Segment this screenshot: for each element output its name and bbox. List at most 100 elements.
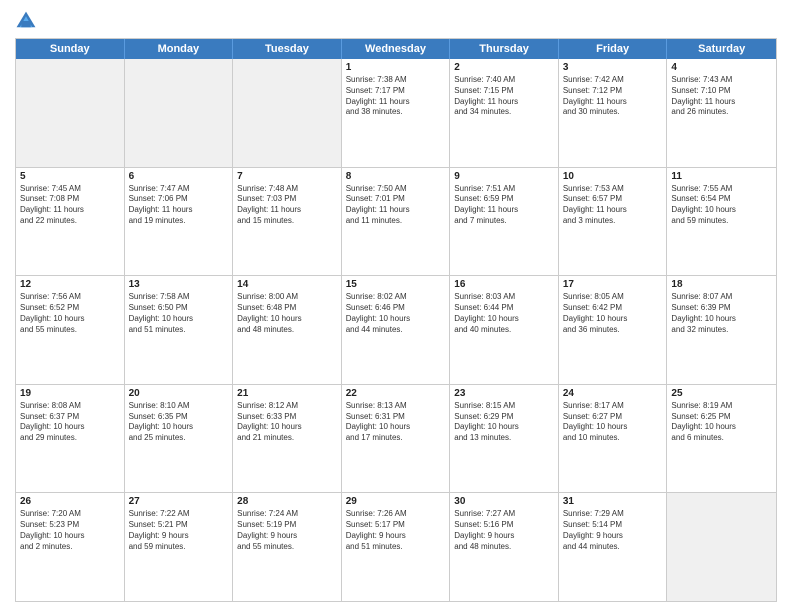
calendar-header: SundayMondayTuesdayWednesdayThursdayFrid…	[16, 39, 776, 59]
day-info: Sunrise: 7:53 AM Sunset: 6:57 PM Dayligh…	[563, 184, 663, 227]
day-info: Sunrise: 8:19 AM Sunset: 6:25 PM Dayligh…	[671, 401, 772, 444]
day-cell-4: 4 Sunrise: 7:43 AM Sunset: 7:10 PM Daylig…	[667, 59, 776, 167]
day-cell-11: 11Sunrise: 7:55 AM Sunset: 6:54 PM Dayli…	[667, 168, 776, 276]
day-number: 23	[454, 388, 554, 399]
day-number: 1	[346, 62, 446, 73]
day-number: 18	[671, 279, 772, 290]
day-cell-1: 1 Sunrise: 7:38 AM Sunset: 7:17 PM Daylig…	[342, 59, 451, 167]
day-info: Sunrise: 8:08 AM Sunset: 6:37 PM Dayligh…	[20, 401, 120, 444]
day-cell-2: 2Sunrise: 7:40 AM Sunset: 7:15 PM Daylig…	[450, 59, 559, 167]
day-info: Sunrise: 7:58 AM Sunset: 6:50 PM Dayligh…	[129, 292, 229, 335]
day-info: Sunrise: 7:45 AM Sunset: 7:08 PM Dayligh…	[20, 184, 120, 227]
empty-cell	[667, 493, 776, 601]
day-cell-27: 27 Sunrise: 7:22 AM Sunset: 5:21 PM Dayli…	[125, 493, 234, 601]
day-info: Sunrise: 8:10 AM Sunset: 6:35 PM Dayligh…	[129, 401, 229, 444]
day-cell-19: 19 Sunrise: 8:08 AM Sunset: 6:37 PM Dayli…	[16, 385, 125, 493]
day-number: 30	[454, 496, 554, 507]
day-cell-17: 17 Sunrise: 8:05 AM Sunset: 6:42 PM Dayli…	[559, 276, 668, 384]
day-cell-18: 18 Sunrise: 8:07 AM Sunset: 6:39 PM Dayli…	[667, 276, 776, 384]
day-cell-25: 25 Sunrise: 8:19 AM Sunset: 6:25 PM Dayli…	[667, 385, 776, 493]
day-number: 28	[237, 496, 337, 507]
day-cell-28: 28 Sunrise: 7:24 AM Sunset: 5:19 PM Dayli…	[233, 493, 342, 601]
day-cell-9: 9 Sunrise: 7:51 AM Sunset: 6:59 PM Daylig…	[450, 168, 559, 276]
header-day-tuesday: Tuesday	[233, 39, 342, 59]
day-number: 16	[454, 279, 554, 290]
day-number: 26	[20, 496, 120, 507]
day-number: 6	[129, 171, 229, 182]
day-info: Sunrise: 8:07 AM Sunset: 6:39 PM Dayligh…	[671, 292, 772, 335]
cal-row-4: 26 Sunrise: 7:20 AM Sunset: 5:23 PM Dayli…	[16, 493, 776, 601]
day-info: Sunrise: 7:26 AM Sunset: 5:17 PM Dayligh…	[346, 509, 446, 552]
day-number: 22	[346, 388, 446, 399]
day-info: Sunrise: 8:02 AM Sunset: 6:46 PM Dayligh…	[346, 292, 446, 335]
day-info: Sunrise: 7:48 AM Sunset: 7:03 PM Dayligh…	[237, 184, 337, 227]
day-info: Sunrise: 7:47 AM Sunset: 7:06 PM Dayligh…	[129, 184, 229, 227]
day-number: 21	[237, 388, 337, 399]
day-number: 11	[671, 171, 772, 182]
day-number: 24	[563, 388, 663, 399]
cal-row-2: 12 Sunrise: 7:56 AM Sunset: 6:52 PM Dayli…	[16, 276, 776, 385]
day-info: Sunrise: 8:00 AM Sunset: 6:48 PM Dayligh…	[237, 292, 337, 335]
empty-cell	[16, 59, 125, 167]
day-cell-24: 24Sunrise: 8:17 AM Sunset: 6:27 PM Dayli…	[559, 385, 668, 493]
day-cell-8: 8Sunrise: 7:50 AM Sunset: 7:01 PM Daylig…	[342, 168, 451, 276]
day-cell-21: 21 Sunrise: 8:12 AM Sunset: 6:33 PM Dayli…	[233, 385, 342, 493]
day-info: Sunrise: 7:51 AM Sunset: 6:59 PM Dayligh…	[454, 184, 554, 227]
cal-row-1: 5Sunrise: 7:45 AM Sunset: 7:08 PM Daylig…	[16, 168, 776, 277]
header-day-wednesday: Wednesday	[342, 39, 451, 59]
day-cell-30: 30 Sunrise: 7:27 AM Sunset: 5:16 PM Dayli…	[450, 493, 559, 601]
day-number: 14	[237, 279, 337, 290]
day-number: 8	[346, 171, 446, 182]
day-cell-20: 20 Sunrise: 8:10 AM Sunset: 6:35 PM Dayli…	[125, 385, 234, 493]
day-info: Sunrise: 7:20 AM Sunset: 5:23 PM Dayligh…	[20, 509, 120, 552]
day-cell-7: 7 Sunrise: 7:48 AM Sunset: 7:03 PM Daylig…	[233, 168, 342, 276]
day-info: Sunrise: 8:12 AM Sunset: 6:33 PM Dayligh…	[237, 401, 337, 444]
day-number: 13	[129, 279, 229, 290]
day-number: 10	[563, 171, 663, 182]
logo	[15, 10, 41, 32]
day-cell-23: 23 Sunrise: 8:15 AM Sunset: 6:29 PM Dayli…	[450, 385, 559, 493]
day-number: 9	[454, 171, 554, 182]
logo-icon	[15, 10, 37, 32]
day-info: Sunrise: 7:40 AM Sunset: 7:15 PM Dayligh…	[454, 75, 554, 118]
header-day-thursday: Thursday	[450, 39, 559, 59]
day-info: Sunrise: 7:27 AM Sunset: 5:16 PM Dayligh…	[454, 509, 554, 552]
day-number: 17	[563, 279, 663, 290]
day-number: 27	[129, 496, 229, 507]
header-day-monday: Monday	[125, 39, 234, 59]
day-info: Sunrise: 8:05 AM Sunset: 6:42 PM Dayligh…	[563, 292, 663, 335]
day-info: Sunrise: 7:42 AM Sunset: 7:12 PM Dayligh…	[563, 75, 663, 118]
header-day-sunday: Sunday	[16, 39, 125, 59]
calendar: SundayMondayTuesdayWednesdayThursdayFrid…	[15, 38, 777, 602]
header	[15, 10, 777, 32]
day-info: Sunrise: 8:15 AM Sunset: 6:29 PM Dayligh…	[454, 401, 554, 444]
day-cell-29: 29 Sunrise: 7:26 AM Sunset: 5:17 PM Dayli…	[342, 493, 451, 601]
cal-row-3: 19 Sunrise: 8:08 AM Sunset: 6:37 PM Dayli…	[16, 385, 776, 494]
day-info: Sunrise: 7:43 AM Sunset: 7:10 PM Dayligh…	[671, 75, 772, 118]
day-info: Sunrise: 7:24 AM Sunset: 5:19 PM Dayligh…	[237, 509, 337, 552]
day-number: 20	[129, 388, 229, 399]
empty-cell	[233, 59, 342, 167]
day-number: 4	[671, 62, 772, 73]
day-number: 7	[237, 171, 337, 182]
day-cell-6: 6 Sunrise: 7:47 AM Sunset: 7:06 PM Daylig…	[125, 168, 234, 276]
day-cell-13: 13 Sunrise: 7:58 AM Sunset: 6:50 PM Dayli…	[125, 276, 234, 384]
day-cell-15: 15Sunrise: 8:02 AM Sunset: 6:46 PM Dayli…	[342, 276, 451, 384]
day-info: Sunrise: 7:29 AM Sunset: 5:14 PM Dayligh…	[563, 509, 663, 552]
day-cell-26: 26 Sunrise: 7:20 AM Sunset: 5:23 PM Dayli…	[16, 493, 125, 601]
day-number: 12	[20, 279, 120, 290]
day-info: Sunrise: 7:22 AM Sunset: 5:21 PM Dayligh…	[129, 509, 229, 552]
header-day-saturday: Saturday	[667, 39, 776, 59]
day-cell-31: 31Sunrise: 7:29 AM Sunset: 5:14 PM Dayli…	[559, 493, 668, 601]
day-cell-22: 22Sunrise: 8:13 AM Sunset: 6:31 PM Dayli…	[342, 385, 451, 493]
day-cell-16: 16Sunrise: 8:03 AM Sunset: 6:44 PM Dayli…	[450, 276, 559, 384]
cal-row-0: 1 Sunrise: 7:38 AM Sunset: 7:17 PM Daylig…	[16, 59, 776, 168]
day-cell-3: 3 Sunrise: 7:42 AM Sunset: 7:12 PM Daylig…	[559, 59, 668, 167]
day-info: Sunrise: 7:38 AM Sunset: 7:17 PM Dayligh…	[346, 75, 446, 118]
day-info: Sunrise: 7:56 AM Sunset: 6:52 PM Dayligh…	[20, 292, 120, 335]
day-number: 19	[20, 388, 120, 399]
day-number: 29	[346, 496, 446, 507]
day-number: 3	[563, 62, 663, 73]
day-cell-12: 12 Sunrise: 7:56 AM Sunset: 6:52 PM Dayli…	[16, 276, 125, 384]
day-number: 25	[671, 388, 772, 399]
